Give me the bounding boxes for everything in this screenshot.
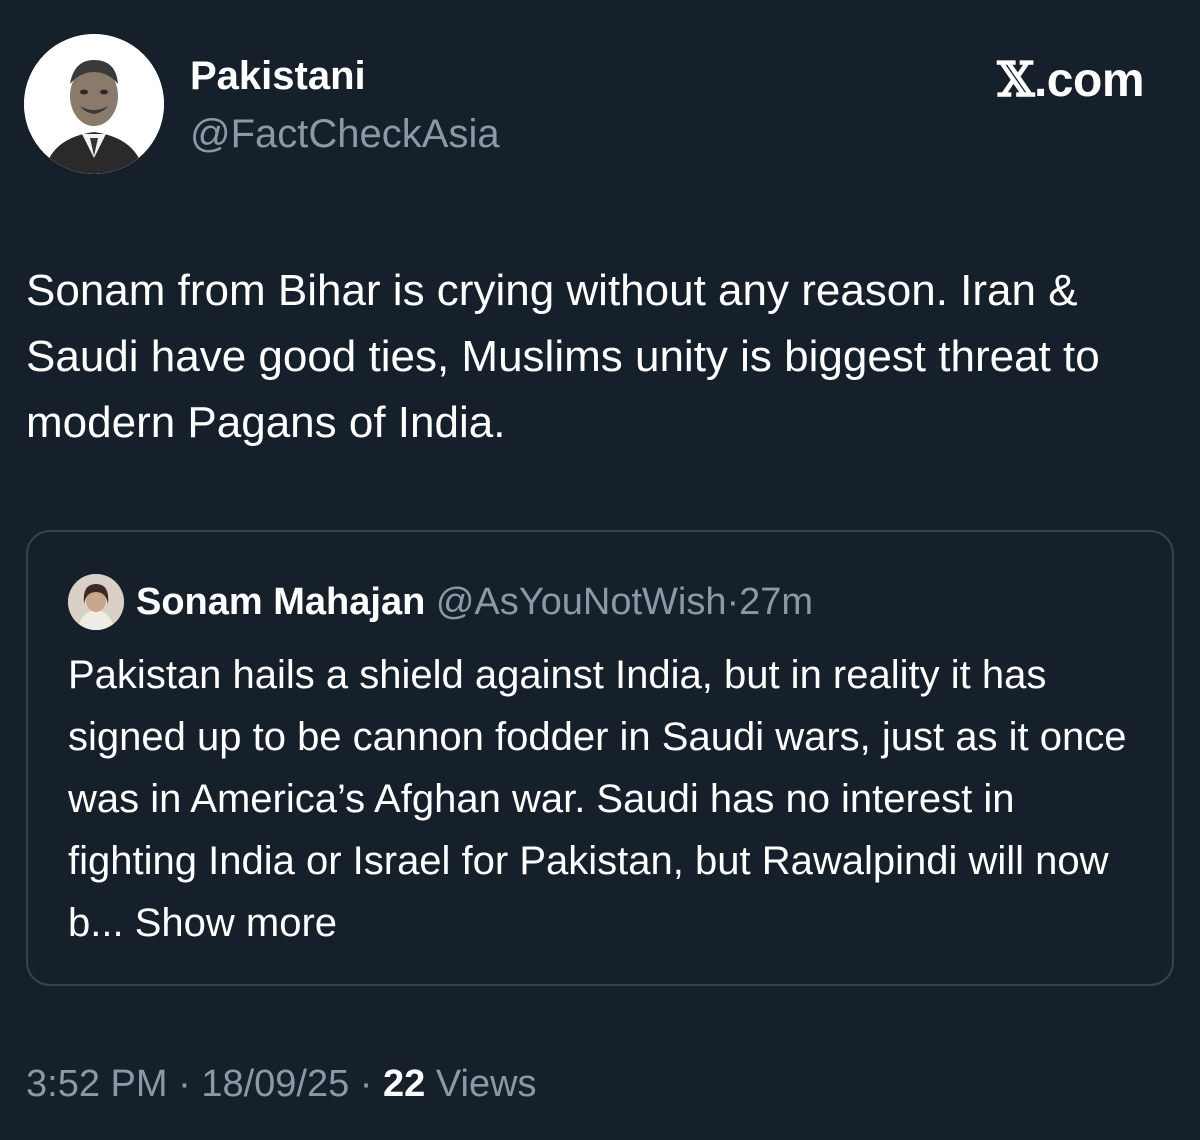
meta-separator: · xyxy=(178,1063,191,1105)
post-card: Pakistani @FactCheckAsia 𝕏.com Sonam fro… xyxy=(0,0,1200,1140)
meta-separator: · xyxy=(359,1063,373,1105)
brand-suffix: .com xyxy=(1033,54,1145,107)
show-more-link[interactable]: Show more xyxy=(135,901,337,945)
author-avatar[interactable] xyxy=(24,34,164,174)
quoted-portrait-icon xyxy=(68,574,124,630)
quoted-author-avatar[interactable] xyxy=(68,574,124,630)
post-text: Sonam from Bihar is crying without any r… xyxy=(26,266,1100,447)
post-meta: 3:52 PM · 18/09/25 · 22 Views xyxy=(26,1060,537,1108)
quoted-post[interactable]: Sonam Mahajan @AsYouNotWish·27m Pakistan… xyxy=(26,530,1174,986)
post-time[interactable]: 3:52 PM xyxy=(26,1063,168,1105)
author-handle[interactable]: @FactCheckAsia xyxy=(190,110,500,158)
brand-watermark: 𝕏.com xyxy=(997,54,1144,107)
author-display-name[interactable]: Pakistani xyxy=(190,52,366,100)
quoted-display-name[interactable]: Sonam Mahajan xyxy=(136,581,425,623)
quoted-header: Sonam Mahajan @AsYouNotWish·27m xyxy=(136,578,813,626)
quoted-handle[interactable]: @AsYouNotWish xyxy=(436,581,727,623)
views-label[interactable]: Views xyxy=(436,1063,537,1105)
quoted-separator: · xyxy=(726,581,740,623)
views-count[interactable]: 22 xyxy=(383,1063,425,1105)
x-logo-icon: 𝕏 xyxy=(997,52,1034,108)
post-date[interactable]: 18/09/25 xyxy=(201,1063,349,1105)
portrait-avatar-icon xyxy=(24,34,164,174)
quoted-text-block: Pakistan hails a shield against India, b… xyxy=(68,644,1148,954)
quoted-timestamp[interactable]: 27m xyxy=(739,581,813,623)
